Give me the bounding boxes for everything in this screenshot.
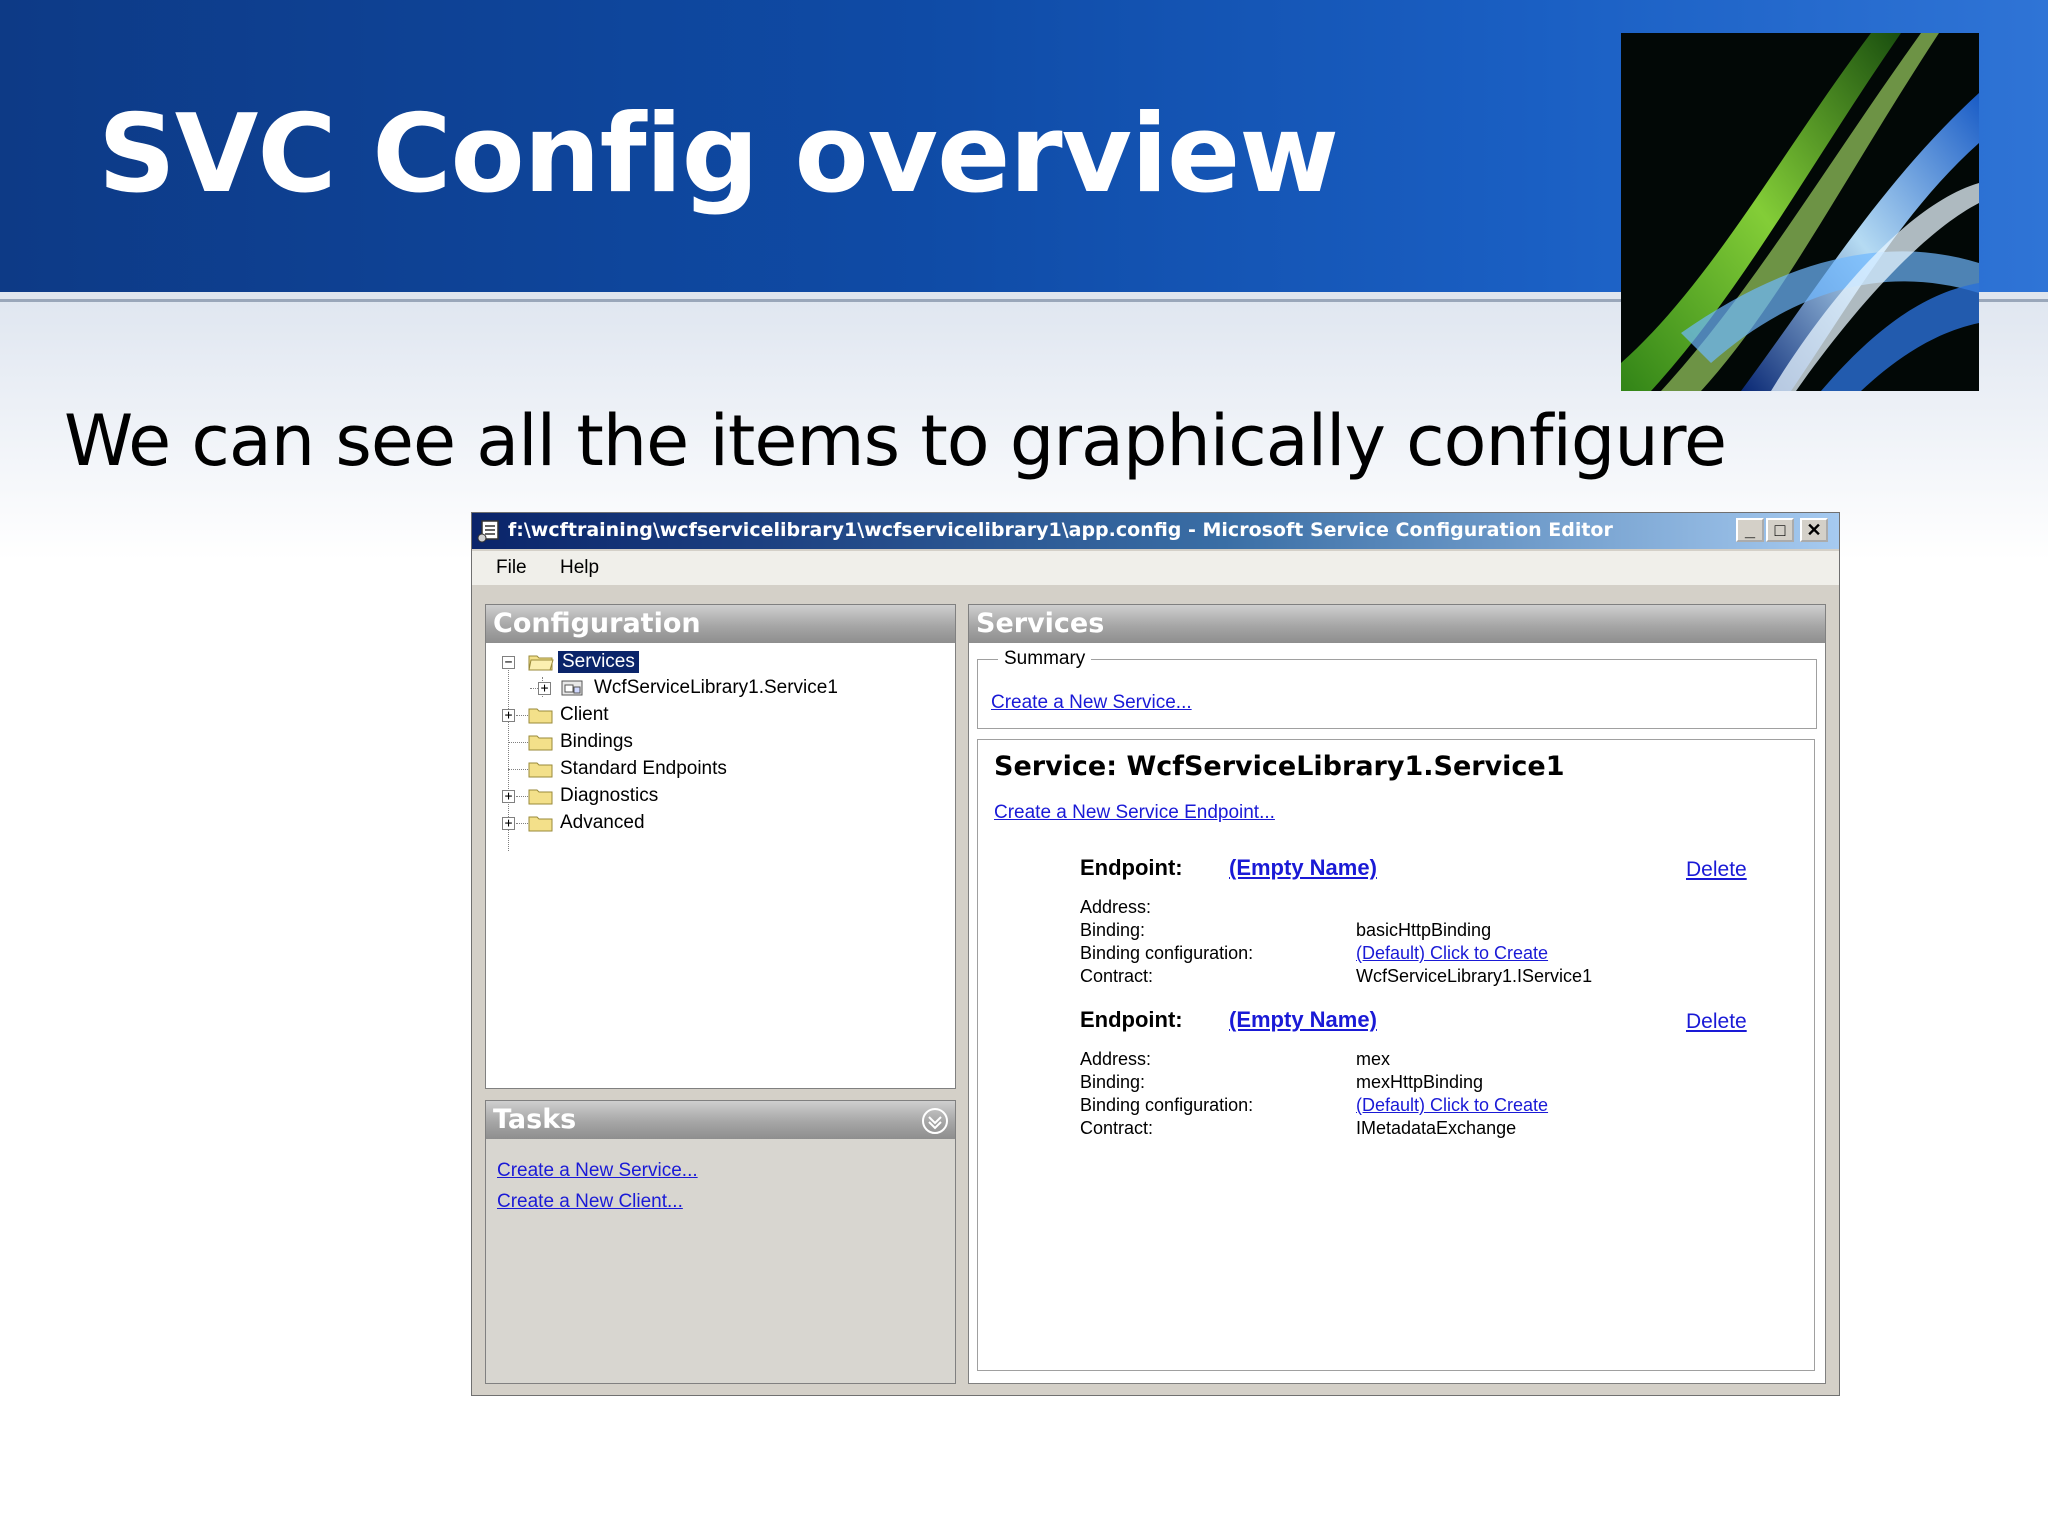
tree-connector [516,715,528,716]
slide-title: SVC Config overview [98,92,1339,217]
services-header: Services [969,605,1825,643]
create-new-service-link[interactable]: Create a New Service... [991,692,1192,714]
tree-label-services: Services [558,651,639,673]
endpoint-name-link[interactable]: (Empty Name) [1229,855,1377,881]
binding-label: Binding: [1080,1072,1146,1092]
folder-icon [528,708,553,724]
tree-label-bindings: Bindings [560,731,633,752]
tree-item-diagnostics[interactable]: + Diagnostics [500,785,940,809]
summary-legend: Summary [998,648,1092,670]
configuration-header: Configuration [486,605,955,643]
summary-group: Summary Create a New Service... [977,648,1817,729]
folder-icon [528,762,553,778]
contract-value: WcfServiceLibrary1.IService1 [1356,966,1593,986]
task-create-service-link[interactable]: Create a New Service... [497,1160,698,1182]
configuration-panel: Configuration − Services + WcfServiceLib… [485,604,956,1089]
tree-item-bindings[interactable]: Bindings [500,731,940,755]
service-detail-group: Service: WcfServiceLibrary1.Service1 Cre… [977,739,1815,1371]
address-value: mex [1356,1049,1391,1069]
slide-subtitle: We can see all the items to graphically … [64,400,1727,482]
binding-configuration-link[interactable]: (Default) Click to Create [1356,1095,1548,1116]
folder-icon [528,789,553,805]
tree-connector [508,742,528,743]
maximize-button[interactable]: □ [1766,518,1794,542]
tree-item-standard-endpoints[interactable]: Standard Endpoints [500,758,940,782]
tree-connector [508,769,528,770]
tree-label-advanced: Advanced [560,812,645,833]
tree-connector [516,823,528,824]
address-label: Address: [1080,1049,1152,1069]
tree-item-service1[interactable]: + WcfServiceLibrary1.Service1 [500,677,940,701]
tree-connector [516,796,528,797]
binding-value: basicHttpBinding [1356,920,1492,940]
expand-icon[interactable]: + [502,817,515,830]
light-streaks-image [1621,33,1979,391]
close-button[interactable]: ✕ [1800,518,1828,542]
tasks-title: Tasks [493,1104,577,1135]
binding-configuration-label: Binding configuration: [1080,1095,1254,1115]
folder-icon [528,735,553,751]
address-label: Address: [1080,897,1152,917]
folder-open-icon [528,655,554,671]
service-node-icon [561,680,583,696]
service-heading: Service: WcfServiceLibrary1.Service1 [994,751,1565,782]
menu-bar: File Help [472,551,1839,585]
endpoint-label: Endpoint: [1080,855,1183,880]
endpoint-delete-link[interactable]: Delete [1686,1010,1747,1034]
endpoint-name-link[interactable]: (Empty Name) [1229,1007,1377,1033]
contract-value: IMetadataExchange [1356,1118,1517,1138]
create-service-endpoint-link[interactable]: Create a New Service Endpoint... [994,802,1275,824]
tree-item-client[interactable]: + Client [500,704,940,728]
task-create-client-link[interactable]: Create a New Client... [497,1191,683,1213]
menu-help[interactable]: Help [560,557,599,579]
service-config-editor-window: f:\wcftraining\wcfservicelibrary1\wcfser… [471,512,1840,1396]
tree-label-client: Client [560,704,609,725]
tree-label-diagnostics: Diagnostics [560,785,659,806]
tasks-header: Tasks [486,1101,955,1139]
menu-file[interactable]: File [496,557,527,579]
window-title: f:\wcftraining\wcfservicelibrary1\wcfser… [508,519,1613,541]
collapse-tasks-icon[interactable] [921,1107,949,1135]
tree-label-standard-endpoints: Standard Endpoints [560,758,727,779]
folder-icon [528,816,553,832]
endpoint-label: Endpoint: [1080,1007,1183,1032]
collapse-icon[interactable]: − [502,656,515,669]
services-panel: Services Summary Create a New Service...… [968,604,1826,1384]
binding-value: mexHttpBinding [1356,1072,1484,1092]
minimize-button[interactable]: _ [1736,518,1764,542]
tree-item-services[interactable]: − Services [500,651,940,675]
binding-label: Binding: [1080,920,1146,940]
tree-label-service1: WcfServiceLibrary1.Service1 [594,677,838,698]
contract-label: Contract: [1080,1118,1154,1138]
binding-configuration-label: Binding configuration: [1080,943,1254,963]
endpoint-delete-link[interactable]: Delete [1686,858,1747,882]
expand-icon[interactable]: + [502,790,515,803]
tasks-panel: Tasks Create a New Service... Create a N… [485,1100,956,1384]
contract-label: Contract: [1080,966,1154,986]
app-config-icon [477,520,499,543]
tree-item-advanced[interactable]: + Advanced [500,812,940,836]
binding-configuration-link[interactable]: (Default) Click to Create [1356,943,1548,964]
expand-icon[interactable]: + [502,709,515,722]
expand-icon[interactable]: + [538,682,551,695]
title-bar[interactable]: f:\wcftraining\wcfservicelibrary1\wcfser… [472,513,1839,549]
